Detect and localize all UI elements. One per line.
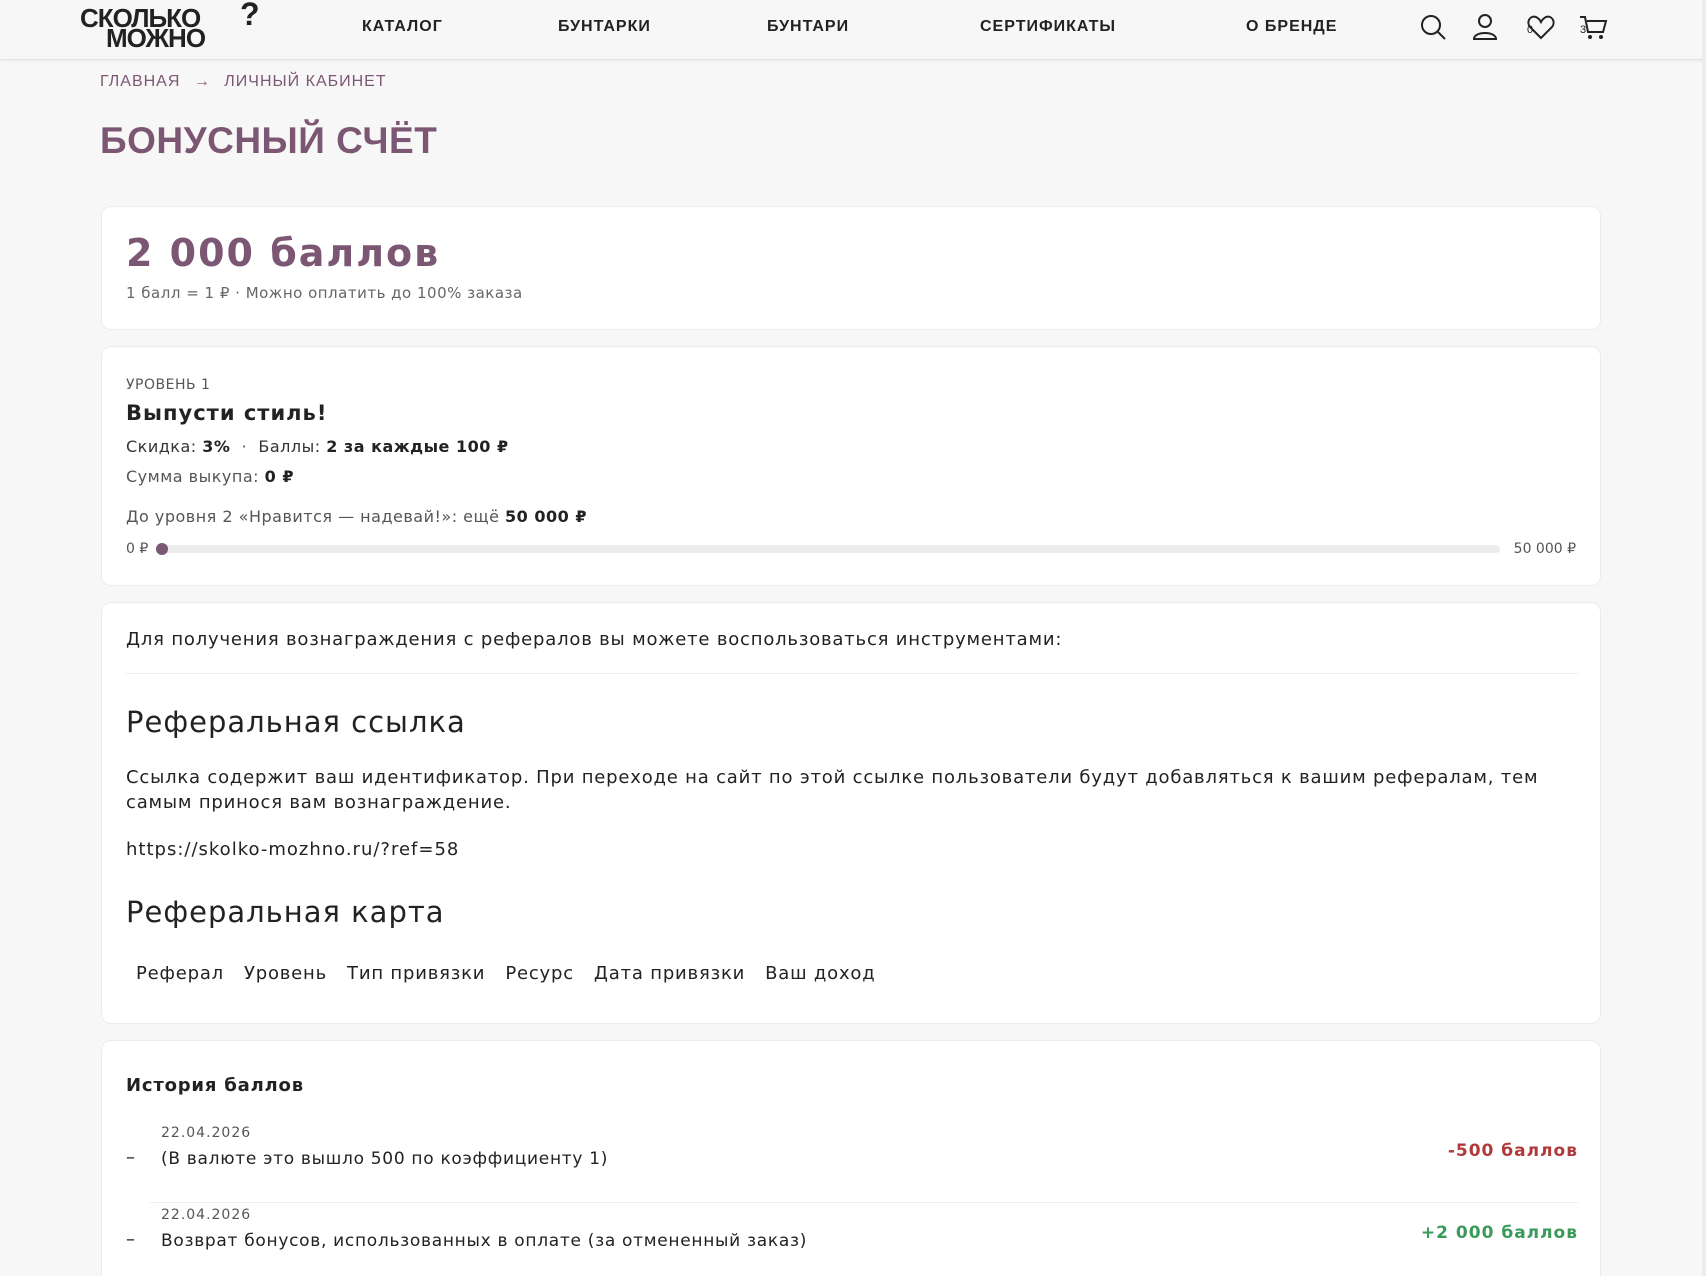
col-income: Ваш доход xyxy=(765,963,876,984)
referral-card: Для получения вознаграждения с рефералов… xyxy=(101,602,1601,1024)
nav-buntarki[interactable]: БУНТАРКИ xyxy=(558,18,651,36)
balance-value: 2 000 баллов xyxy=(126,231,441,275)
history-row-amount: +2 000 баллов xyxy=(1420,1223,1578,1243)
level-benefits: Скидка: 3% · Баллы: 2 за каждые 100 ₽ xyxy=(126,437,509,456)
level-progress-marker xyxy=(156,543,168,555)
nav-certificates[interactable]: СЕРТИФИКАТЫ xyxy=(980,18,1116,36)
level-progress-bar xyxy=(156,543,1500,555)
nav-about-brand[interactable]: О БРЕНДЕ xyxy=(1246,18,1337,36)
history-row-date: 22.04.2026 xyxy=(161,1125,252,1141)
next-level-info: До уровня 2 «Нравится — надевай!»: ещё 5… xyxy=(126,507,587,526)
points-history-card: История баллов – 22.04.2026 (В валюте эт… xyxy=(101,1040,1601,1276)
col-binding-type: Тип привязки xyxy=(347,963,486,984)
referral-intro: Для получения вознаграждения с рефералов… xyxy=(126,629,1063,650)
page-scrollbar[interactable] xyxy=(1702,0,1706,1276)
history-row-dash: – xyxy=(126,1229,135,1250)
wishlist-count: 0 xyxy=(1527,24,1534,36)
history-row-date: 22.04.2026 xyxy=(161,1207,252,1223)
breadcrumb-arrow: → xyxy=(193,73,211,90)
breadcrumb-current[interactable]: ЛИЧНЫЙ КАБИНЕТ xyxy=(224,73,386,90)
balance-card: 2 000 баллов 1 балл = 1 ₽ · Можно оплати… xyxy=(101,206,1601,330)
progress-min-label: 0 ₽ xyxy=(126,541,149,557)
history-row-dash: – xyxy=(126,1147,135,1168)
history-row: – 22.04.2026 (В валюте это вышло 500 по … xyxy=(126,1121,1578,1203)
referral-map-title: Реферальная карта xyxy=(126,895,445,929)
discount-value: 3% xyxy=(202,437,231,456)
points-value: 2 за каждые 100 ₽ xyxy=(326,437,509,456)
search-icon[interactable] xyxy=(1418,12,1448,42)
progress-max-label: 50 000 ₽ xyxy=(1513,541,1576,557)
nav-catalog[interactable]: КАТАЛОГ xyxy=(362,18,443,36)
next-level-remaining: 50 000 ₽ xyxy=(505,507,587,526)
history-row-description: Возврат бонусов, использованных в оплате… xyxy=(161,1231,808,1251)
history-title: История баллов xyxy=(126,1075,304,1096)
divider xyxy=(126,673,1578,674)
user-icon[interactable] xyxy=(1470,12,1500,42)
referral-table-header: Реферал Уровень Тип привязки Ресурс Дата… xyxy=(136,963,875,984)
brand-logo[interactable]: СКОЛЬКО МОЖНО ? xyxy=(80,0,265,54)
history-row-description: (В валюте это вышло 500 по коэффициенту … xyxy=(161,1149,609,1169)
cart-count: 3 xyxy=(1580,24,1587,36)
col-resource: Ресурс xyxy=(505,963,574,984)
history-row: – 22.04.2026 Возврат бонусов, использова… xyxy=(126,1203,1578,1276)
history-row-amount: -500 баллов xyxy=(1447,1141,1578,1161)
level-name: Выпусти стиль! xyxy=(126,401,328,425)
level-card: УРОВЕНЬ 1 Выпусти стиль! Скидка: 3% · Ба… xyxy=(101,346,1601,586)
page-title: БОНУСНЫЙ СЧЁТ xyxy=(100,120,438,161)
referral-link-description: Ссылка содержит ваш идентификатор. При п… xyxy=(126,767,1539,813)
col-level: Уровень xyxy=(243,963,328,984)
purchase-sum-value: 0 ₽ xyxy=(264,467,294,486)
breadcrumb-home[interactable]: ГЛАВНАЯ xyxy=(100,73,180,90)
site-header: СКОЛЬКО МОЖНО ? КАТАЛОГ БУНТАРКИ БУНТАРИ… xyxy=(0,0,1706,60)
breadcrumb: ГЛАВНАЯ → ЛИЧНЫЙ КАБИНЕТ xyxy=(100,73,395,91)
col-referral: Реферал xyxy=(136,963,224,984)
balance-note: 1 балл = 1 ₽ · Можно оплатить до 100% за… xyxy=(126,284,523,302)
level-label: УРОВЕНЬ 1 xyxy=(126,377,211,393)
referral-link-title: Реферальная ссылка xyxy=(126,705,466,739)
purchase-sum: Сумма выкупа: 0 ₽ xyxy=(126,467,294,486)
referral-link-url[interactable]: https://skolko-mozhno.ru/?ref=58 xyxy=(126,839,459,860)
col-binding-date: Дата привязки xyxy=(593,963,746,984)
nav-buntari[interactable]: БУНТАРИ xyxy=(767,18,849,36)
